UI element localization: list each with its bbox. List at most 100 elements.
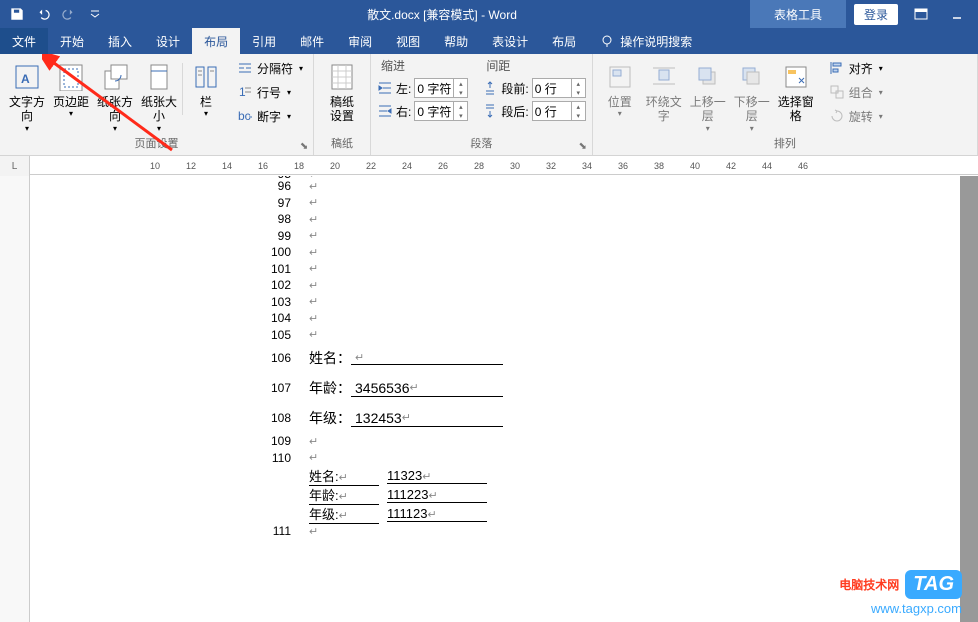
document-line[interactable]: 102↵ xyxy=(255,277,960,294)
tab-insert[interactable]: 插入 xyxy=(96,28,144,54)
table-cell-label[interactable]: 年级:↵ xyxy=(309,504,379,524)
line-number: 98 xyxy=(255,212,291,226)
form-field[interactable]: 132453↵ xyxy=(351,410,503,427)
table-cell-label[interactable]: 年龄:↵ xyxy=(309,485,379,505)
ribbon-display-options[interactable] xyxy=(908,3,934,25)
qat-customize-button[interactable] xyxy=(84,3,106,25)
form-field[interactable]: ↵ xyxy=(351,351,503,365)
document-line[interactable]: 109↵ xyxy=(255,433,960,450)
ruler-tick xyxy=(744,157,762,174)
vertical-ruler[interactable] xyxy=(0,176,30,622)
login-button[interactable]: 登录 xyxy=(854,4,898,25)
document-line[interactable]: 104↵ xyxy=(255,310,960,327)
margins-button[interactable]: 页边距▾ xyxy=(50,57,92,133)
undo-button[interactable] xyxy=(32,3,54,25)
document-line[interactable]: 105↵ xyxy=(255,327,960,344)
form-field[interactable]: 3456536↵ xyxy=(351,380,503,397)
document-line[interactable]: 101↵ xyxy=(255,261,960,278)
paragraph-mark: ↵ xyxy=(410,381,419,394)
paragraph-dialog-launcher[interactable]: ⬊ xyxy=(576,139,590,153)
indent-right-input[interactable]: 0 字符▴▾ xyxy=(414,101,468,121)
paragraph-mark: ↵ xyxy=(309,525,318,538)
table-row[interactable]: 年龄:↵ 111223↵ xyxy=(309,485,960,504)
form-row[interactable]: 年龄：3456536↵ xyxy=(309,373,503,403)
line-number: 99 xyxy=(255,229,291,243)
size-button[interactable]: 纸张大小▾ xyxy=(138,57,180,133)
document-line[interactable]: 103↵ xyxy=(255,294,960,311)
tab-selector[interactable]: L xyxy=(0,156,30,176)
selection-pane-button[interactable]: 选择窗格 xyxy=(775,57,817,133)
ruler-tick xyxy=(528,157,546,174)
tab-layout[interactable]: 布局 xyxy=(192,28,240,54)
space-after-input[interactable]: 0 行▴▾ xyxy=(532,101,586,121)
line-number: 105 xyxy=(255,328,291,342)
document-line[interactable]: 100↵ xyxy=(255,244,960,261)
ruler[interactable]: L 10121416182022242628303234363840424446 xyxy=(0,156,978,176)
document-area: 95↵96↵97↵98↵99↵100↵101↵102↵103↵104↵105↵1… xyxy=(0,176,978,622)
manuscript-settings-button[interactable]: 稿纸 设置 xyxy=(320,57,364,133)
save-button[interactable] xyxy=(6,3,28,25)
document-line[interactable]: 97↵ xyxy=(255,195,960,212)
send-backward-button[interactable]: 下移一层▾ xyxy=(731,57,773,133)
document-line[interactable]: 98↵ xyxy=(255,211,960,228)
paragraph-mark: ↵ xyxy=(309,229,318,242)
bring-forward-button[interactable]: 上移一层▾ xyxy=(687,57,729,133)
tab-view[interactable]: 视图 xyxy=(384,28,432,54)
group-button[interactable]: 组合▾ xyxy=(825,81,887,103)
position-button[interactable]: 位置▾ xyxy=(599,57,641,133)
wrap-text-button[interactable]: 环绕文字 xyxy=(643,57,685,133)
tell-me-search[interactable]: 操作说明搜索 xyxy=(588,28,704,54)
group-page-setup: A 文字方向▾ 页边距▾ 纸张方向▾ 纸张大小▾ 栏▾ 分隔符▾ xyxy=(0,54,314,155)
breaks-button[interactable]: 分隔符▾ xyxy=(233,57,307,79)
document-page[interactable]: 95↵96↵97↵98↵99↵100↵101↵102↵103↵104↵105↵1… xyxy=(30,176,960,622)
paragraph-mark: ↵ xyxy=(402,411,411,424)
table-cell-label[interactable]: 姓名:↵ xyxy=(309,466,379,486)
document-line[interactable]: 99 ↵ xyxy=(255,228,960,245)
document-line[interactable]: 110↵ xyxy=(255,450,960,467)
paragraph-mark: ↵ xyxy=(339,510,348,522)
rotate-button[interactable]: 旋转▾ xyxy=(825,105,887,127)
tab-table-layout[interactable]: 布局 xyxy=(540,28,588,54)
redo-button[interactable] xyxy=(58,3,80,25)
space-before-input[interactable]: 0 行▴▾ xyxy=(532,78,586,98)
columns-button[interactable]: 栏▾ xyxy=(185,57,227,133)
align-button[interactable]: 对齐▾ xyxy=(825,57,887,79)
table-cell-value[interactable]: 111223↵ xyxy=(387,487,487,503)
document-line[interactable]: 111↵ xyxy=(255,523,960,540)
indent-right-icon xyxy=(377,103,393,119)
group-manuscript: 稿纸 设置 稿纸 xyxy=(314,54,371,155)
tab-design[interactable]: 设计 xyxy=(144,28,192,54)
tab-review[interactable]: 审阅 xyxy=(336,28,384,54)
svg-text:1: 1 xyxy=(239,85,246,99)
tab-table-design[interactable]: 表设计 xyxy=(480,28,540,54)
ruler-tick: 32 xyxy=(546,157,564,174)
table-cell-value[interactable]: 11323↵ xyxy=(387,468,487,484)
inline-table[interactable]: 姓名:↵ 11323↵ 年龄:↵ 111223↵ 年级:↵ 111123↵ xyxy=(309,466,960,523)
form-row[interactable]: 姓名：↵ xyxy=(309,343,503,373)
tab-help[interactable]: 帮助 xyxy=(432,28,480,54)
group-icon xyxy=(829,84,845,100)
tab-home[interactable]: 开始 xyxy=(48,28,96,54)
table-cell-value[interactable]: 111123↵ xyxy=(387,506,487,522)
document-line[interactable]: 96↵ xyxy=(255,178,960,195)
ruler-tick: 34 xyxy=(582,157,600,174)
ruler-tick xyxy=(168,157,186,174)
hyphenation-button[interactable]: bc断字▾ xyxy=(233,105,307,127)
table-row[interactable]: 年级:↵ 111123↵ xyxy=(309,504,960,523)
minimize-button[interactable] xyxy=(944,3,970,25)
page-setup-dialog-launcher[interactable]: ⬊ xyxy=(297,139,311,153)
tab-mailings[interactable]: 邮件 xyxy=(288,28,336,54)
indent-left-input[interactable]: 0 字符▴▾ xyxy=(414,78,468,98)
form-label: 年龄： xyxy=(309,378,351,398)
ruler-tick: 18 xyxy=(294,157,312,174)
table-row[interactable]: 姓名:↵ 11323↵ xyxy=(309,466,960,485)
tab-file[interactable]: 文件 xyxy=(0,28,48,54)
svg-text:A: A xyxy=(21,72,30,86)
text-direction-button[interactable]: A 文字方向▾ xyxy=(6,57,48,133)
form-row[interactable]: 年级：132453↵ xyxy=(309,403,503,433)
orientation-button[interactable]: 纸张方向▾ xyxy=(94,57,136,133)
tab-references[interactable]: 引用 xyxy=(240,28,288,54)
line-numbers-button[interactable]: 1行号▾ xyxy=(233,81,307,103)
paragraph-mark: ↵ xyxy=(309,295,318,308)
ribbon-tabs: 文件 开始 插入 设计 布局 引用 邮件 审阅 视图 帮助 表设计 布局 操作说… xyxy=(0,28,978,54)
